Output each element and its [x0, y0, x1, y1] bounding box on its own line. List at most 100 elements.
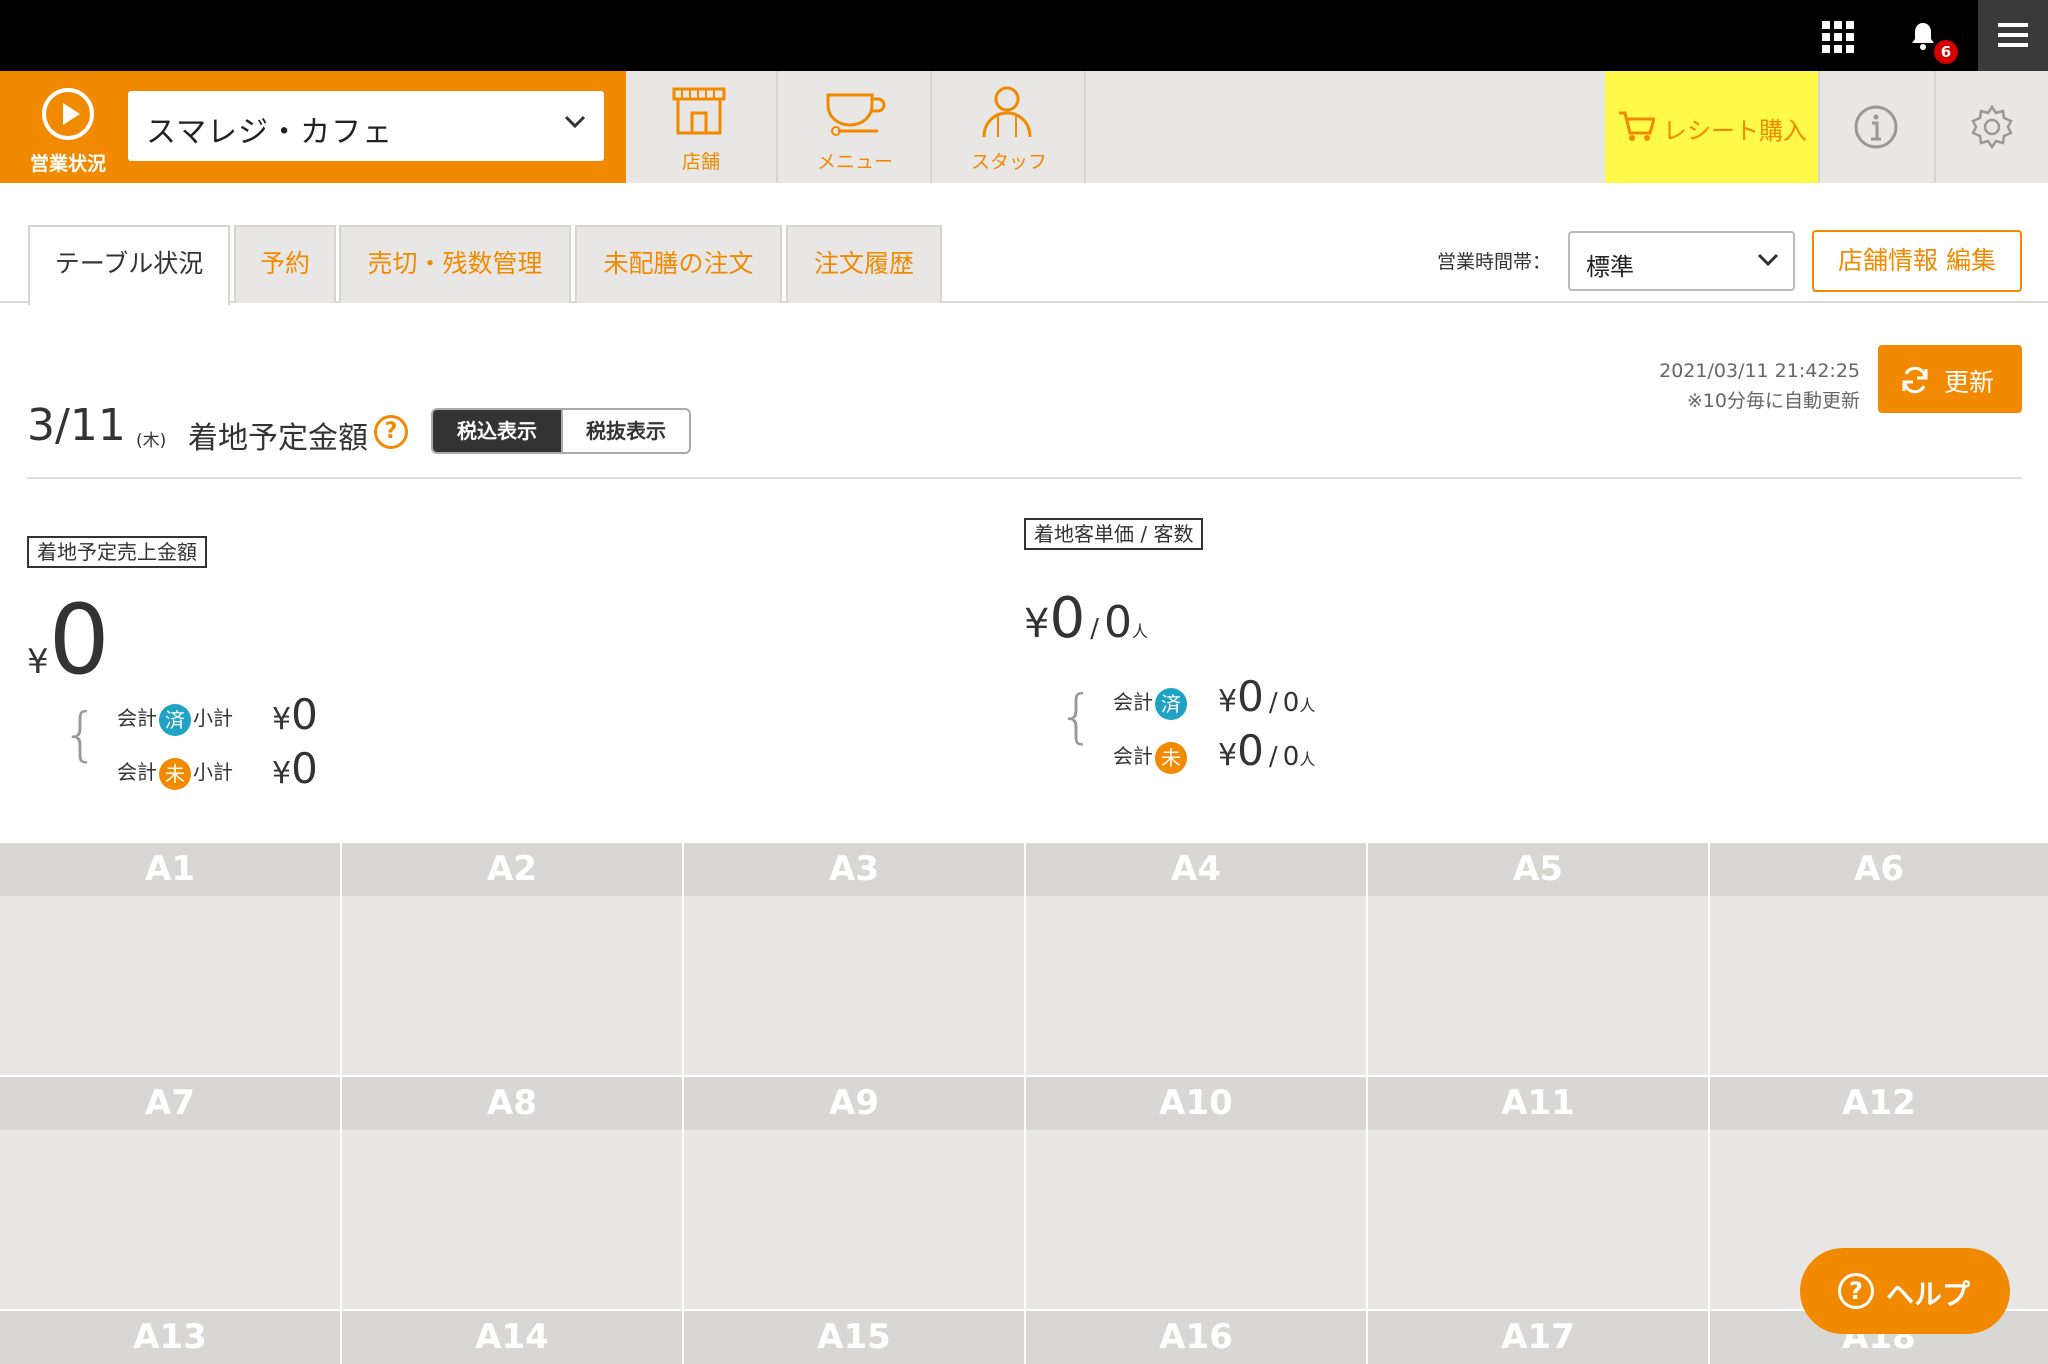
- refresh-button[interactable]: 更新: [1878, 345, 2022, 413]
- table-name: A2: [342, 843, 682, 896]
- tax-excluded-option[interactable]: 税抜表示: [561, 410, 689, 452]
- table-name: A7: [0, 1077, 340, 1130]
- nav-item-store[interactable]: 店舗: [626, 71, 778, 183]
- table-cell[interactable]: A7: [0, 1077, 340, 1309]
- tab-table-status[interactable]: テーブル状況: [28, 225, 230, 305]
- table-name: A11: [1368, 1077, 1708, 1130]
- table-name: A5: [1368, 843, 1708, 896]
- nav-item-menu-label: メニュー: [816, 151, 893, 173]
- row-suffix: 小計: [193, 760, 233, 784]
- table-cell[interactable]: A3: [684, 843, 1024, 1075]
- tab-reservations[interactable]: 予約: [234, 225, 336, 303]
- tab-unserved-orders[interactable]: 未配膳の注文: [575, 225, 782, 303]
- settings-button[interactable]: [1934, 71, 2046, 183]
- projected-sales-total: ¥0: [27, 584, 110, 696]
- hamburger-menu-button[interactable]: [1978, 0, 2048, 71]
- unsettled-badge: 未: [159, 757, 191, 790]
- table-cell[interactable]: A2: [342, 843, 682, 1075]
- apps-grid-icon[interactable]: [1822, 21, 1854, 53]
- receipt-purchase-button[interactable]: レシート購入: [1605, 71, 1818, 183]
- question-icon: ?: [1838, 1273, 1874, 1309]
- timeslot-value: 標準: [1586, 253, 1634, 281]
- table-cell[interactable]: A15: [684, 1311, 1024, 1364]
- tab-soldout-stock[interactable]: 売切・残数管理: [339, 225, 571, 303]
- info-button[interactable]: [1818, 71, 1930, 183]
- unsettled-subtotal-value: ¥0: [272, 744, 318, 793]
- table-cell[interactable]: A11: [1368, 1077, 1708, 1309]
- bell-icon[interactable]: [1908, 20, 1938, 52]
- tab-order-history[interactable]: 注文履歴: [786, 225, 942, 303]
- table-name: A13: [0, 1311, 340, 1364]
- customer-count: 0: [1282, 742, 1300, 772]
- tax-display-toggle[interactable]: 税込表示 税抜表示: [431, 408, 691, 454]
- table-cell[interactable]: A17: [1368, 1311, 1708, 1364]
- chevron-down-icon: [564, 115, 586, 129]
- unsettled-badge: 未: [1155, 741, 1187, 774]
- table-name: A4: [1026, 843, 1366, 896]
- tax-included-option[interactable]: 税込表示: [433, 410, 561, 452]
- timeslot-select[interactable]: 標準: [1568, 231, 1795, 291]
- separator: /: [1268, 688, 1278, 718]
- person-unit: 人: [1299, 696, 1316, 715]
- yen-symbol: ¥: [1218, 684, 1238, 719]
- table-name: A6: [1710, 843, 2048, 896]
- staff-person-icon: [982, 86, 1032, 138]
- row-prefix: 会計: [1113, 690, 1153, 714]
- amount: 0: [291, 744, 318, 793]
- customer-count: 0: [1104, 597, 1133, 648]
- table-cell[interactable]: A14: [342, 1311, 682, 1364]
- yen-symbol: ¥: [1024, 601, 1050, 647]
- yen-symbol: ¥: [272, 756, 292, 791]
- yen-symbol: ¥: [1218, 738, 1238, 773]
- table-cell[interactable]: A6: [1710, 843, 2048, 1075]
- table-cell[interactable]: A4: [1026, 843, 1366, 1075]
- table-name: A8: [342, 1077, 682, 1130]
- table-name: A17: [1368, 1311, 1708, 1364]
- row-suffix: 小計: [193, 706, 233, 730]
- separator: /: [1268, 742, 1278, 772]
- settled-customer-row: 会計済: [1113, 686, 1189, 726]
- table-cell[interactable]: A5: [1368, 843, 1708, 1075]
- row-prefix: 会計: [117, 706, 157, 730]
- play-circle-icon[interactable]: [42, 88, 94, 140]
- table-cell[interactable]: A10: [1026, 1077, 1366, 1309]
- table-cell[interactable]: A8: [342, 1077, 682, 1309]
- refresh-label: 更新: [1944, 368, 1995, 397]
- nav-item-staff[interactable]: スタッフ: [934, 71, 1086, 183]
- last-updated-timestamp: 2021/03/11 21:42:25: [1659, 360, 1860, 382]
- help-label: ヘルプ: [1886, 1278, 1971, 1311]
- unit-price: 0: [1237, 726, 1264, 775]
- table-grid: A1 A2 A3 A4 A5 A6 A7 A8 A9 A10 A11 A12 A…: [0, 843, 2048, 1364]
- yen-symbol: ¥: [272, 702, 292, 737]
- unsettled-subtotal-row: 会計未小計: [117, 756, 233, 796]
- nav-item-menu[interactable]: メニュー: [780, 71, 932, 183]
- settled-customer-value: ¥0 / 0人: [1218, 672, 1315, 721]
- store-select-value: スマレジ・カフェ: [146, 115, 394, 150]
- store-select[interactable]: スマレジ・カフェ: [128, 91, 604, 161]
- notification-badge: 6: [1934, 40, 1958, 64]
- table-cell[interactable]: A13: [0, 1311, 340, 1364]
- unit-price: 0: [1237, 672, 1264, 721]
- question-icon[interactable]: ?: [374, 415, 408, 449]
- business-status-label: 営業状況: [29, 153, 106, 175]
- update-info: 2021/03/11 21:42:25 ※10分毎に自動更新: [1659, 356, 1860, 416]
- divider: [27, 477, 2022, 479]
- timeslot-label: 営業時間帯：: [1437, 251, 1552, 273]
- help-button[interactable]: ? ヘルプ: [1800, 1248, 2010, 1334]
- projected-sales-label: 着地予定売上金額: [27, 536, 207, 568]
- edit-store-info-button[interactable]: 店舗情報 編集: [1812, 230, 2022, 292]
- table-cell[interactable]: A16: [1026, 1311, 1366, 1364]
- table-cell[interactable]: A1: [0, 843, 340, 1075]
- storefront-icon: [672, 87, 726, 135]
- table-cell[interactable]: A9: [684, 1077, 1024, 1309]
- summary-date: 3/11: [27, 400, 126, 451]
- coffee-cup-icon: [826, 93, 886, 136]
- settled-subtotal-value: ¥0: [272, 690, 318, 739]
- summary-title: 着地予定金額: [188, 421, 368, 456]
- cart-icon: [1619, 111, 1655, 141]
- brace-icon: {: [62, 700, 99, 768]
- table-name: A16: [1026, 1311, 1366, 1364]
- top-bar: 6: [0, 0, 2048, 71]
- info-icon: [1854, 105, 1898, 149]
- table-name: A15: [684, 1311, 1024, 1364]
